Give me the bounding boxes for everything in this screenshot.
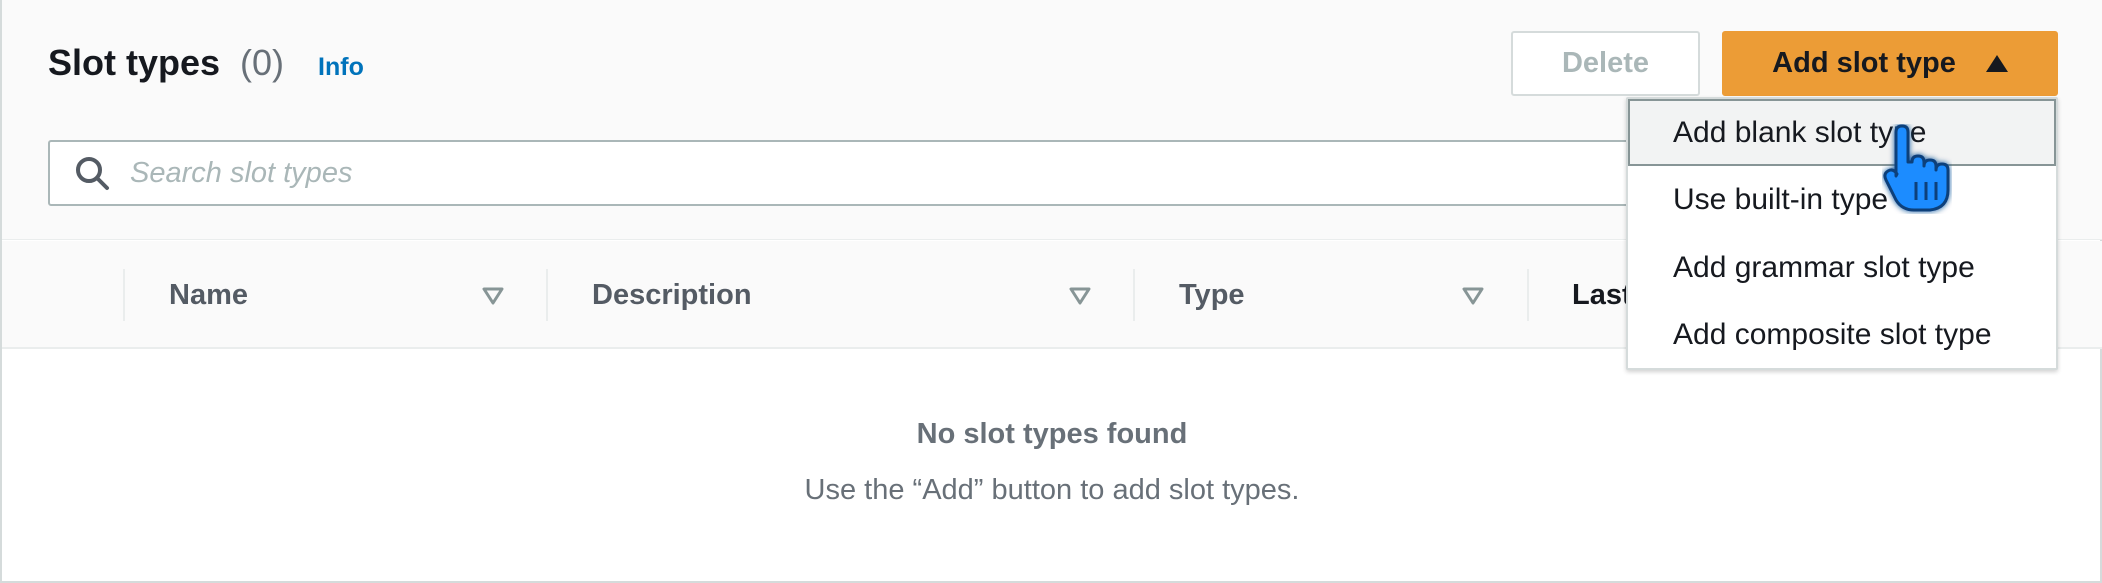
column-divider [123, 269, 125, 321]
column-header-description[interactable]: Description [592, 241, 752, 349]
caret-up-icon [1985, 55, 2008, 72]
column-divider [1133, 269, 1135, 321]
menu-item-add-blank-slot-type[interactable]: Add blank slot type [1628, 99, 2056, 166]
page-title: Slot types [48, 42, 221, 83]
empty-state-title: No slot types found [916, 418, 1188, 450]
menu-item-label: Add grammar slot type [1673, 250, 1975, 284]
sort-icon[interactable] [482, 287, 504, 305]
menu-item-label: Add composite slot type [1673, 317, 1992, 351]
slot-types-panel: Slot types (0) Info Delete Add slot type… [0, 0, 2102, 583]
empty-state-description: Use the “Add” button to add slot types. [804, 474, 1300, 506]
menu-item-add-grammar-slot-type[interactable]: Add grammar slot type [1628, 234, 2056, 301]
add-slot-type-menu: Add blank slot type Use built-in type Ad… [1626, 97, 2058, 370]
column-label: Name [169, 278, 248, 311]
add-slot-type-button[interactable]: Add slot type [1722, 31, 2058, 96]
column-header-last-updated[interactable]: Last [1572, 241, 1632, 349]
column-divider [546, 269, 548, 321]
menu-item-label: Use built-in type [1673, 182, 1889, 216]
column-header-name[interactable]: Name [169, 241, 248, 349]
info-link[interactable]: Info [318, 53, 364, 82]
column-label: Last [1572, 278, 1632, 311]
column-label: Type [1179, 278, 1245, 311]
sort-icon[interactable] [1069, 287, 1091, 305]
search-icon [76, 157, 109, 190]
item-count: (0) [240, 42, 285, 83]
add-slot-type-label: Add slot type [1772, 47, 1956, 79]
column-header-type[interactable]: Type [1179, 241, 1245, 349]
sort-icon[interactable] [1462, 287, 1484, 305]
search-input[interactable] [130, 156, 1530, 190]
delete-button[interactable]: Delete [1511, 31, 1700, 96]
column-label: Description [592, 278, 752, 311]
search-field[interactable] [48, 140, 1648, 206]
menu-item-add-composite-slot-type[interactable]: Add composite slot type [1628, 301, 2056, 368]
hand-pointer-cursor-icon [1883, 124, 1950, 212]
menu-item-use-built-in-type[interactable]: Use built-in type [1628, 166, 2056, 233]
column-divider [1527, 269, 1529, 321]
title-group: Slot types (0) Info [48, 42, 364, 84]
